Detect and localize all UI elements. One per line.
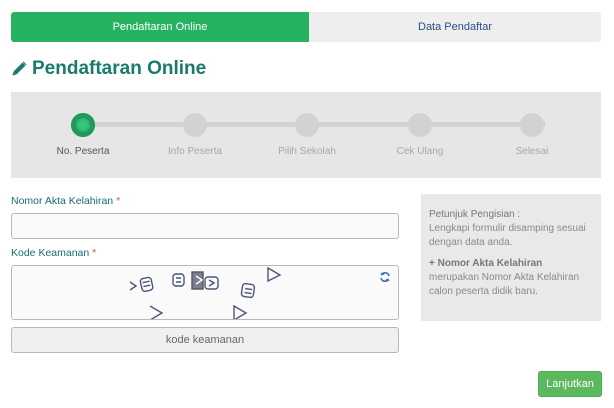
step-label: Cek Ulang (396, 146, 444, 157)
step-dot (520, 113, 544, 137)
help-intro: Lengkapi formulir disamping sesuai denga… (429, 223, 586, 248)
step-dot (408, 113, 432, 137)
help-item-text: merupakan Nomor Akta Kelahiran calon pes… (429, 272, 580, 297)
refresh-icon[interactable] (379, 271, 391, 283)
pencil-icon (12, 61, 27, 76)
step-dot (295, 113, 319, 137)
security-code-input[interactable] (11, 327, 399, 353)
step-label: No. Peserta (56, 146, 110, 157)
step-label: Pilih Sekolah (278, 146, 336, 157)
step-selesai: Selesai (482, 113, 582, 157)
step-no-peserta: No. Peserta (33, 113, 133, 157)
step-dot-active (71, 113, 95, 137)
captcha-noise-glyphs (129, 266, 282, 319)
help-panel: Petunjuk Pengisian : Lengkapi formulir d… (421, 194, 601, 321)
step-dot (183, 113, 207, 137)
step-label: Info Peserta (168, 146, 222, 157)
tab-bar: Pendaftaran Online Data Pendaftar (11, 12, 601, 42)
lanjutkan-button[interactable]: Lanjutkan (538, 371, 602, 397)
progress-stepper: No. Peserta Info Peserta Pilih Sekolah C… (11, 92, 601, 178)
help-title: Petunjuk Pengisian : (429, 209, 521, 220)
akta-label: Nomor Akta Kelahiran * (11, 195, 121, 207)
akta-input[interactable] (11, 213, 399, 239)
kode-keamanan-label: Kode Keamanan * (11, 247, 97, 259)
required-mark: * (92, 247, 97, 259)
tab-pendaftaran-online[interactable]: Pendaftaran Online (11, 12, 309, 42)
step-cek-ulang: Cek Ulang (370, 113, 470, 157)
tab-data-pendaftar[interactable]: Data Pendaftar (309, 12, 601, 42)
step-pilih-sekolah: Pilih Sekolah (257, 113, 357, 157)
captcha-image (11, 265, 399, 320)
step-label: Selesai (515, 146, 549, 157)
help-item-title: + Nomor Akta Kelahiran (429, 258, 543, 269)
required-mark: * (116, 195, 121, 207)
page-title-text: Pendaftaran Online (32, 58, 207, 79)
page-title: Pendaftaran Online (11, 57, 206, 81)
step-info-peserta: Info Peserta (145, 113, 245, 157)
